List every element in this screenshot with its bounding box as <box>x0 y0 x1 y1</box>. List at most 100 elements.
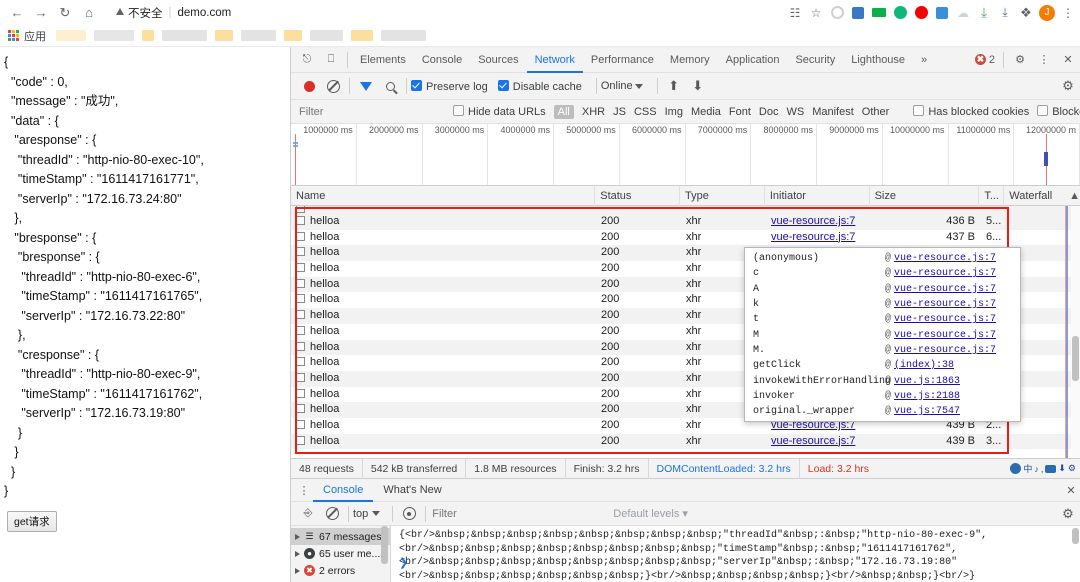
green-circle-icon[interactable] <box>890 3 910 23</box>
expand-triangle-icon[interactable] <box>295 534 300 540</box>
apps-grid-icon[interactable] <box>8 30 19 41</box>
row-checkbox-icon[interactable] <box>296 436 305 445</box>
cell-name[interactable]: helloa <box>291 230 596 246</box>
drawer-tab-console[interactable]: Console <box>313 478 373 502</box>
bookmark-item[interactable] <box>162 30 207 41</box>
cloud-icon[interactable]: ☁ <box>953 3 973 23</box>
chevrons-down-icon[interactable]: ⤓ <box>974 3 994 23</box>
console-sidebar-messages[interactable]: ☰ 67 messages <box>291 528 390 545</box>
row-checkbox-icon[interactable] <box>296 420 305 429</box>
row-checkbox-icon[interactable] <box>296 247 305 256</box>
execution-context-select[interactable]: top <box>353 508 368 520</box>
filter-type-media[interactable]: Media <box>691 106 721 118</box>
download-indicator-icon[interactable]: ⬇ <box>1058 463 1066 474</box>
ime-indicator-icon[interactable]: 中 <box>1023 462 1032 475</box>
copy-icon[interactable] <box>932 3 952 23</box>
stack-source-link[interactable]: vue-resource.js:7 <box>894 314 996 325</box>
clear-console-icon[interactable] <box>320 502 344 526</box>
scrollbar-thumb[interactable] <box>1072 528 1079 544</box>
devtools-menu-icon[interactable]: ⋮ <box>1032 48 1056 72</box>
apps-label[interactable]: 应用 <box>24 28 46 44</box>
network-overview-timeline[interactable]: 1000000 ms 2000000 ms 3000000 ms 4000000… <box>291 124 1080 186</box>
column-header-status[interactable]: Status <box>595 186 680 206</box>
tab-console[interactable]: Console <box>414 47 470 73</box>
blue-square-icon[interactable] <box>848 3 868 23</box>
row-checkbox-icon[interactable] <box>296 373 305 382</box>
initiator-stack-row[interactable]: invoker@vue.js:2188 <box>745 389 1020 404</box>
cell-name[interactable]: helloa <box>291 308 596 324</box>
console-scrollbar[interactable] <box>1071 526 1080 582</box>
filter-type-css[interactable]: CSS <box>634 106 657 118</box>
live-expression-icon[interactable] <box>397 502 421 526</box>
cell-name[interactable]: helloa <box>291 434 596 450</box>
row-checkbox-icon[interactable] <box>296 206 305 213</box>
filter-type-font[interactable]: Font <box>729 106 751 118</box>
column-header-size[interactable]: Size <box>870 186 980 206</box>
stack-source-link[interactable]: vue-resource.js:7 <box>894 299 996 310</box>
device-toolbar-icon[interactable]: ⎕ <box>319 48 343 72</box>
bookmark-item[interactable] <box>142 30 154 41</box>
close-devtools-icon[interactable]: ✕ <box>1056 48 1080 72</box>
stack-source-link[interactable]: (index):38 <box>894 360 954 371</box>
initiator-stack-row[interactable]: M.@vue-resource.js:7 <box>745 343 1020 358</box>
console-sidebar-user-messages[interactable]: ● 65 user me... <box>291 545 390 562</box>
row-checkbox-icon[interactable] <box>296 216 305 225</box>
throttling-select[interactable]: Online <box>601 80 633 92</box>
bookmark-item[interactable] <box>284 30 302 41</box>
globe-icon[interactable] <box>1010 463 1021 474</box>
stack-source-link[interactable]: vue-resource.js:7 <box>894 284 996 295</box>
row-checkbox-icon[interactable] <box>296 342 305 351</box>
filter-toggle-icon[interactable] <box>354 74 378 98</box>
bookmark-item[interactable] <box>351 30 373 41</box>
bookmark-item[interactable] <box>56 30 86 41</box>
profile-avatar[interactable]: J <box>1037 3 1057 23</box>
drawer-menu-icon[interactable]: ⋮ <box>295 484 313 497</box>
ime-settings-icon[interactable]: ⚙ <box>1068 463 1076 474</box>
initiator-stack-row[interactable]: k@vue-resource.js:7 <box>745 297 1020 312</box>
filter-input[interactable] <box>297 105 437 119</box>
initiator-link[interactable]: vue-resource.js:7 <box>771 231 855 243</box>
initiator-stack-row[interactable]: invokeWithErrorHandling@vue.js:1863 <box>745 373 1020 388</box>
tab-sources[interactable]: Sources <box>470 47 526 73</box>
console-filter-input[interactable] <box>430 507 605 521</box>
row-checkbox-icon[interactable] <box>296 389 305 398</box>
beta-badge-icon[interactable] <box>869 3 889 23</box>
cell-name[interactable]: helloa <box>291 245 596 261</box>
stack-source-link[interactable]: vue-resource.js:7 <box>894 268 996 279</box>
error-count-badge[interactable]: ✖ 2 <box>975 54 995 66</box>
chrome-menu-icon[interactable]: ⋮ <box>1058 3 1078 23</box>
table-row[interactable] <box>291 206 1080 214</box>
row-checkbox-icon[interactable] <box>296 232 305 241</box>
record-button[interactable] <box>297 74 321 98</box>
filter-type-xhr[interactable]: XHR <box>582 106 605 118</box>
clear-button[interactable] <box>321 74 345 98</box>
initiator-stack-row[interactable]: original._wrapper@vue.js:7547 <box>745 404 1020 419</box>
filter-type-ws[interactable]: WS <box>786 106 804 118</box>
more-tabs-icon[interactable]: » <box>913 47 935 73</box>
bookmark-item[interactable] <box>381 30 426 41</box>
console-sidebar-toggle-icon[interactable]: ⎆ <box>296 502 320 526</box>
table-row[interactable]: helloa200xhrvue-resource.js:7436 B5... <box>291 214 1080 230</box>
table-row[interactable]: helloa200xhrvue-resource.js:7439 B3... <box>291 434 1080 450</box>
row-checkbox-icon[interactable] <box>296 310 305 319</box>
console-settings-icon[interactable]: ⚙ <box>1056 502 1080 526</box>
initiator-stack-row[interactable]: getClick@(index):38 <box>745 358 1020 373</box>
chevron-down-icon[interactable] <box>372 511 380 516</box>
table-scrollbar[interactable] <box>1071 206 1080 458</box>
stack-source-link[interactable]: vue.js:1863 <box>894 376 960 387</box>
cell-name[interactable]: helloa <box>291 402 596 418</box>
filter-type-doc[interactable]: Doc <box>759 106 779 118</box>
search-icon[interactable] <box>378 74 402 98</box>
stack-source-link[interactable]: vue-resource.js:7 <box>894 253 996 264</box>
reload-icon[interactable]: ↻ <box>54 2 76 24</box>
filter-type-other[interactable]: Other <box>862 106 890 118</box>
row-checkbox-icon[interactable] <box>296 279 305 288</box>
get-request-button[interactable]: get请求 <box>7 511 57 532</box>
settings-gear-icon[interactable]: ⚙ <box>1008 48 1032 72</box>
hide-data-urls-checkbox[interactable]: Hide data URLs <box>453 105 546 118</box>
stack-source-link[interactable]: vue.js:7547 <box>894 406 960 417</box>
sync-icon[interactable]: ⤓ <box>995 3 1015 23</box>
bookmark-item[interactable] <box>94 30 134 41</box>
tab-network[interactable]: Network <box>527 47 583 73</box>
scrollbar-thumb[interactable] <box>381 526 388 564</box>
